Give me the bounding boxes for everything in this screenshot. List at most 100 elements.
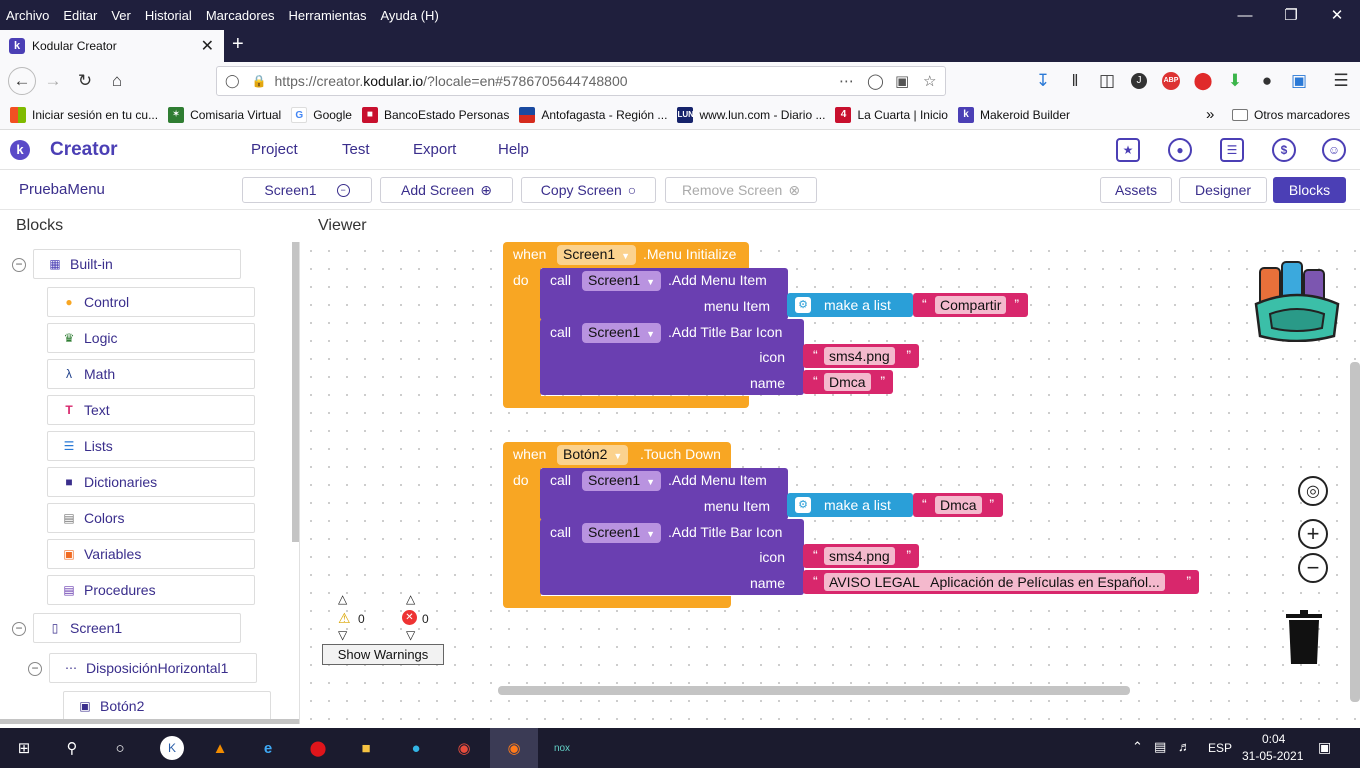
call-add-title-bar-icon[interactable]: call Screen1 ▼ .Add Title Bar Icon icon n…	[540, 519, 804, 595]
menu-archivo[interactable]: Archivo	[6, 8, 49, 23]
menu-editar[interactable]: Editar	[63, 8, 97, 23]
text-value[interactable]: Compartir	[935, 296, 1007, 314]
firefox-icon[interactable]: ◉	[490, 728, 538, 768]
notifications-icon[interactable]: ▣	[1318, 739, 1331, 756]
account-j-icon[interactable]: J	[1126, 68, 1152, 94]
projects-folder-icon[interactable]: ★	[1116, 138, 1140, 162]
text-value[interactable]: sms4.png	[824, 547, 895, 565]
translate-icon[interactable]: ▣	[895, 72, 909, 90]
tree-screen1[interactable]: ▯ Screen1	[33, 613, 241, 643]
category-variables[interactable]: ▣ Variables	[47, 539, 255, 569]
internet-explorer-icon[interactable]: e	[256, 736, 280, 760]
more-bookmarks-icon[interactable]: »	[1206, 106, 1214, 123]
add-screen-button[interactable]: Add Screen ⊕	[380, 177, 513, 203]
event-header[interactable]: when Botón2 ▼ .Touch Down	[503, 442, 731, 468]
back-icon[interactable]: ←	[8, 67, 36, 95]
component-dropdown[interactable]: Screen1 ▼	[557, 245, 637, 265]
billing-icon[interactable]: $	[1272, 138, 1296, 162]
other-bookmarks-folder[interactable]: Otros marcadores	[1232, 108, 1350, 122]
search-icon[interactable]: ⚲	[60, 736, 84, 760]
menu-test[interactable]: Test	[342, 141, 370, 158]
component-dropdown[interactable]: Screen1 ▼	[582, 471, 662, 491]
bookmark-star-icon[interactable]: ☆	[923, 72, 936, 90]
workspace-vertical-scrollbar[interactable]	[1350, 362, 1360, 702]
category-control[interactable]: ● Control	[47, 287, 255, 317]
url-bar[interactable]: ◯ 🔒 https://creator.kodular.io/?locale=e…	[216, 66, 946, 96]
close-tab-icon[interactable]: ✕	[201, 36, 214, 56]
adblock-icon[interactable]: ABP	[1158, 68, 1184, 94]
component-dropdown[interactable]: Botón2 ▼	[557, 445, 629, 465]
app-taskbar-icon[interactable]: K	[160, 736, 184, 760]
remove-screen-button[interactable]: Remove Screen ⊗	[665, 177, 817, 203]
prev-error-icon[interactable]: △	[406, 592, 415, 606]
home-icon[interactable]: ⌂	[104, 68, 130, 94]
designer-button[interactable]: Designer	[1179, 177, 1267, 203]
trash-icon[interactable]	[1282, 608, 1326, 666]
component-dropdown[interactable]: Screen1 ▼	[582, 323, 662, 343]
nox-icon[interactable]: nox	[550, 736, 574, 760]
bookmark-item[interactable]: ✶ Comisaria Virtual	[168, 106, 281, 123]
text-block[interactable]: “ sms4.png ”	[803, 544, 919, 568]
prev-warning-icon[interactable]: △	[338, 592, 347, 606]
docs-icon[interactable]: ☰	[1220, 138, 1244, 162]
menu-ver[interactable]: Ver	[111, 8, 131, 23]
blocks-workspace[interactable]: when Screen1 ▼ .Menu Initialize do call S…	[302, 242, 1360, 724]
shield-icon[interactable]: ◯	[225, 73, 240, 89]
make-a-list-block[interactable]: ⚙ make a list	[787, 493, 913, 517]
workspace-horizontal-scrollbar[interactable]	[498, 686, 1130, 695]
call-add-title-bar-icon[interactable]: call Screen1 ▼ .Add Title Bar Icon icon n…	[540, 319, 804, 395]
text-value[interactable]: Dmca	[935, 496, 982, 514]
opera-icon[interactable]: ⬤	[306, 736, 330, 760]
sidebar-icon[interactable]: ◫	[1094, 68, 1120, 94]
gear-icon[interactable]: ⚙	[795, 297, 811, 313]
next-error-icon[interactable]: ▽	[406, 628, 415, 642]
menu-herramientas[interactable]: Herramientas	[288, 8, 366, 23]
green-arrow-extension-icon[interactable]: ⬇	[1222, 68, 1248, 94]
text-value[interactable]: sms4.png	[824, 347, 895, 365]
clock-time[interactable]: 0:04	[1262, 732, 1285, 746]
community-icon[interactable]: ●	[1168, 138, 1192, 162]
recenter-icon[interactable]: ◎	[1298, 476, 1328, 506]
menu-help[interactable]: Help	[498, 141, 529, 158]
tree-builtin[interactable]: ▦ Built-in	[33, 249, 241, 279]
app-brand[interactable]: Creator	[50, 139, 118, 161]
component-dropdown[interactable]: Screen1 ▼	[582, 523, 662, 543]
new-tab-icon[interactable]: +	[232, 33, 244, 56]
collapse-screen1-icon[interactable]: −	[12, 622, 26, 636]
collapse-builtin-icon[interactable]: −	[12, 258, 26, 272]
assets-button[interactable]: Assets	[1100, 177, 1172, 203]
tree-horizontal-scrollbar[interactable]	[0, 719, 299, 724]
zoom-out-icon[interactable]: −	[1298, 553, 1328, 583]
make-a-list-block[interactable]: ⚙ make a list	[787, 293, 913, 317]
tree-scrollbar[interactable]	[292, 242, 299, 542]
text-block[interactable]: “ Dmca ”	[913, 493, 1003, 517]
category-logic[interactable]: ♛ Logic	[47, 323, 255, 353]
category-math[interactable]: λ Math	[47, 359, 255, 389]
next-warning-icon[interactable]: ▽	[338, 628, 347, 642]
extension-circles-icon[interactable]: ●	[1254, 68, 1280, 94]
volume-icon[interactable]: ♬	[1178, 739, 1191, 754]
tree-horizontal-arrangement[interactable]: ⋯ DisposiciónHorizontal1	[49, 653, 257, 683]
pocket-icon[interactable]: ◯	[867, 72, 884, 90]
zoom-in-icon[interactable]: +	[1298, 519, 1328, 549]
call-add-menu-item[interactable]: call Screen1 ▼ .Add Menu Item menu Item	[540, 468, 788, 520]
library-icon[interactable]: ‖	[1062, 68, 1088, 94]
text-value[interactable]: AVISO LEGAL Aplicación de Películas en E…	[824, 573, 1165, 591]
tray-expand-icon[interactable]: ⌃	[1132, 739, 1143, 755]
forward-icon[interactable]: →	[40, 68, 66, 94]
bookmark-item[interactable]: Antofagasta - Región ...	[519, 106, 667, 123]
collapse-arrangement-icon[interactable]: −	[28, 662, 42, 676]
screen-select[interactable]: Screen1−	[242, 177, 372, 203]
bookmark-item[interactable]: 4 La Cuarta | Inicio	[835, 106, 948, 123]
bookmark-item[interactable]: G Google	[291, 106, 352, 123]
gear-icon[interactable]: ⚙	[795, 497, 811, 513]
hamburger-menu-icon[interactable]: ☰	[1328, 68, 1354, 94]
call-add-menu-item[interactable]: call Screen1 ▼ .Add Menu Item menu Item	[540, 268, 788, 320]
bookmark-item[interactable]: Iniciar sesión en tu cu...	[10, 106, 158, 123]
category-colors[interactable]: ▤ Colors	[47, 503, 255, 533]
windows-start-icon[interactable]: ⊞	[12, 736, 36, 760]
browser-tab[interactable]: k Kodular Creator ✕	[0, 30, 224, 62]
bookmark-item[interactable]: LUN www.lun.com - Diario ...	[677, 106, 825, 123]
minimize-icon[interactable]: —	[1222, 0, 1268, 30]
text-block[interactable]: “ Dmca ”	[803, 370, 893, 394]
